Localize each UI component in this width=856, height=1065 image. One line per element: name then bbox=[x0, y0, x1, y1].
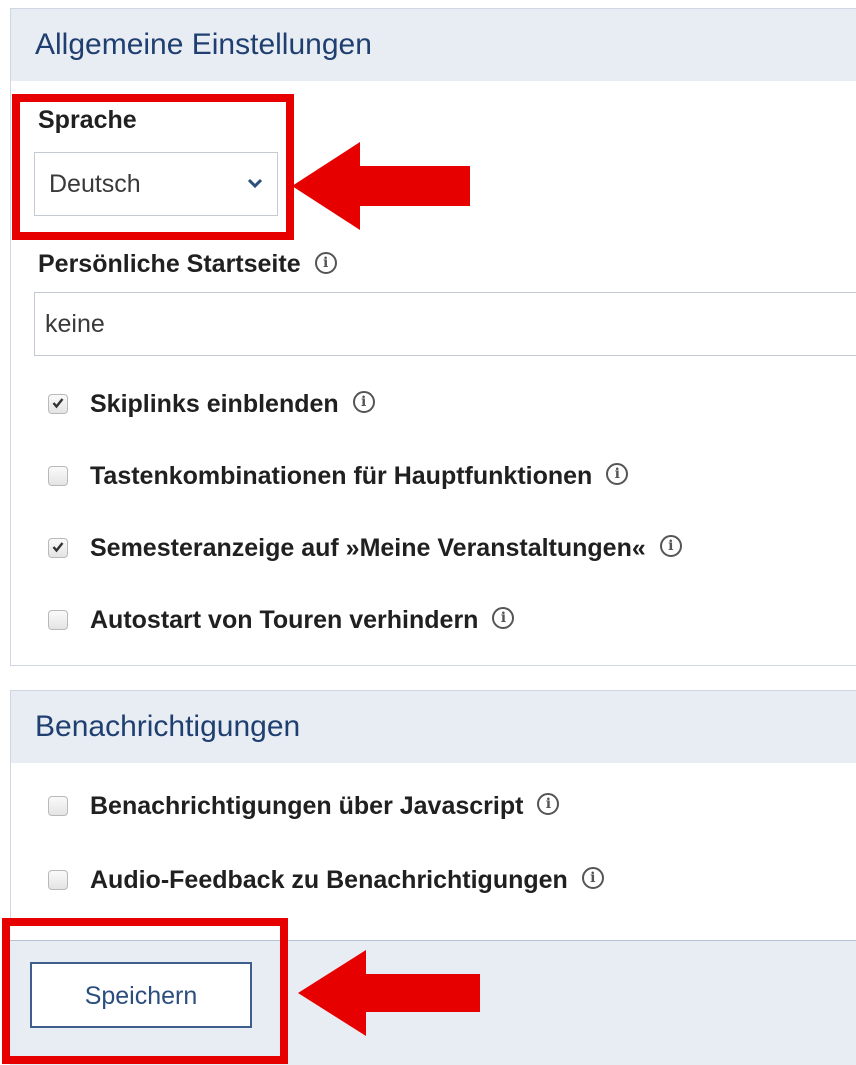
arrow-left-icon bbox=[298, 950, 480, 1036]
skiplinks-checkbox[interactable] bbox=[48, 394, 68, 414]
js-notifications-label: Benachrichtigungen über Javascript bbox=[90, 791, 524, 820]
checkmark-icon bbox=[52, 542, 64, 553]
language-highlight-box bbox=[12, 94, 294, 240]
option-semester-display[interactable]: Semesteranzeige auf »Meine Veranstaltung… bbox=[48, 528, 682, 568]
option-js-notifications[interactable]: Benachrichtigungen über Javascript i bbox=[48, 786, 560, 826]
info-icon[interactable]: i bbox=[352, 391, 375, 413]
audio-feedback-checkbox[interactable] bbox=[48, 870, 68, 890]
tour-autostart-label: Autostart von Touren verhindern bbox=[90, 605, 479, 634]
homepage-select[interactable]: keine bbox=[34, 292, 856, 356]
info-icon[interactable]: i bbox=[659, 535, 682, 557]
skiplinks-label: Skiplinks einblenden bbox=[90, 389, 339, 418]
arrow-left-icon bbox=[292, 142, 470, 230]
homepage-label-text: Persönliche Startseite bbox=[38, 250, 301, 278]
homepage-value: keine bbox=[45, 310, 105, 338]
save-highlight-box bbox=[2, 918, 288, 1064]
info-icon[interactable]: i bbox=[492, 607, 515, 629]
audio-feedback-label: Audio-Feedback zu Benachrichtigungen bbox=[90, 865, 568, 894]
semester-display-checkbox[interactable] bbox=[48, 538, 68, 558]
option-audio-feedback[interactable]: Audio-Feedback zu Benachrichtigungen i bbox=[48, 860, 604, 900]
info-icon[interactable]: i bbox=[606, 463, 629, 485]
checkmark-icon bbox=[52, 398, 64, 409]
general-settings-legend: Allgemeine Einstellungen bbox=[11, 9, 856, 81]
tour-autostart-checkbox[interactable] bbox=[48, 610, 68, 630]
option-tour-autostart[interactable]: Autostart von Touren verhindern i bbox=[48, 600, 515, 640]
option-shortcuts[interactable]: Tastenkombinationen für Hauptfunktionen … bbox=[48, 456, 629, 496]
option-skiplinks[interactable]: Skiplinks einblenden i bbox=[48, 384, 375, 424]
homepage-label: Persönliche Startseite i bbox=[38, 250, 337, 279]
semester-display-label: Semesteranzeige auf »Meine Veranstaltung… bbox=[90, 533, 646, 562]
info-icon[interactable]: i bbox=[537, 793, 560, 815]
notifications-legend: Benachrichtigungen bbox=[11, 691, 856, 763]
js-notifications-checkbox[interactable] bbox=[48, 796, 68, 816]
shortcuts-checkbox[interactable] bbox=[48, 466, 68, 486]
shortcuts-label: Tastenkombinationen für Hauptfunktionen bbox=[90, 461, 593, 490]
info-icon[interactable]: i bbox=[314, 252, 337, 275]
info-icon[interactable]: i bbox=[581, 867, 604, 889]
